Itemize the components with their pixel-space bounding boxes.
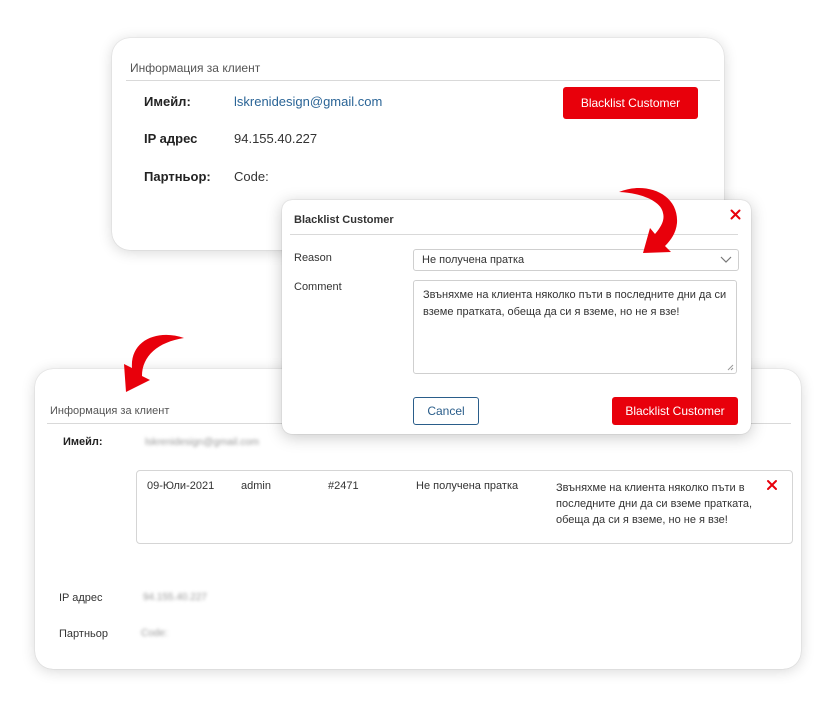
reason-label: Reason <box>294 252 332 264</box>
partner-label: Партньор <box>59 628 108 640</box>
email-label: Имейл: <box>63 436 103 448</box>
blacklist-customer-button[interactable]: Blacklist Customer <box>563 87 698 119</box>
ip-label: IP адрес <box>59 592 103 604</box>
entry-date: 09-Юли-2021 <box>147 480 215 492</box>
email-value[interactable]: lskrenidesign@gmail.com <box>234 94 382 109</box>
partner-label: Партньор: <box>144 169 211 184</box>
blacklist-submit-button[interactable]: Blacklist Customer <box>612 397 738 425</box>
reason-selected-value: Не получена пратка <box>422 254 525 266</box>
cancel-button[interactable]: Cancel <box>413 397 479 425</box>
close-icon[interactable] <box>730 208 741 222</box>
entry-order: #2471 <box>328 480 359 492</box>
curved-arrow-right-icon <box>619 187 678 253</box>
entry-user: admin <box>241 480 271 492</box>
remove-entry-icon[interactable] <box>766 479 778 493</box>
email-value-blurred: lskrenidesign@gmail.com <box>145 437 260 448</box>
ip-value: 94.155.40.227 <box>234 131 318 146</box>
ip-label: IP адрес <box>144 131 198 146</box>
card-title: Информация за клиент <box>50 405 170 417</box>
entry-comment: Звъняхме на клиента няколко пъти в после… <box>556 482 753 526</box>
resize-grip-icon[interactable] <box>727 364 734 371</box>
partner-value-blurred: Code: <box>141 628 168 639</box>
blacklist-entry-row: 09-Юли-2021 admin #2471 Не получена прат… <box>136 470 793 544</box>
reason-select[interactable]: Не получена пратка <box>413 249 739 271</box>
email-label: Имейл: <box>144 94 191 109</box>
comment-text: Звъняхме на клиента няколко пъти в после… <box>423 289 727 318</box>
comment-label: Comment <box>294 281 342 293</box>
partner-value: Code: <box>234 169 269 184</box>
divider <box>126 80 720 81</box>
comment-textarea[interactable]: Звъняхме на клиента няколко пъти в после… <box>413 280 737 374</box>
entry-reason: Не получена пратка <box>416 480 519 492</box>
ip-value-blurred: 94.155.40.227 <box>143 592 207 603</box>
modal-title: Blacklist Customer <box>294 214 394 226</box>
chevron-down-icon <box>720 256 732 263</box>
curved-arrow-left-icon <box>124 334 184 392</box>
card-title: Информация за клиент <box>130 61 261 75</box>
